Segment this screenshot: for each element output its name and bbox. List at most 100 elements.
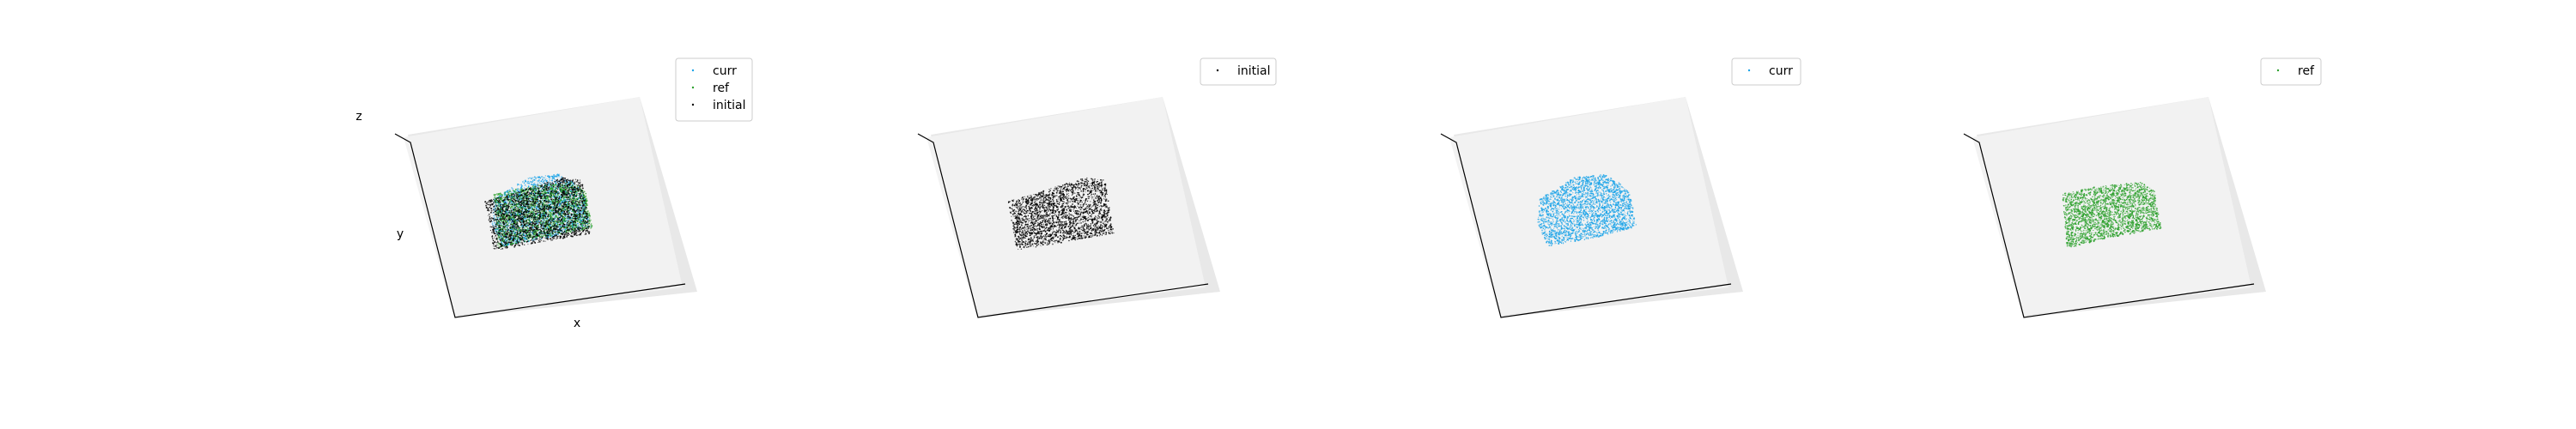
scatter-point (580, 226, 582, 227)
scatter-point (509, 211, 511, 213)
scatter-point (547, 201, 549, 202)
scatter-point (517, 188, 519, 190)
scatter-point (548, 203, 550, 205)
scatter-point (501, 220, 503, 221)
scatter-point (538, 185, 539, 188)
scatter-point (503, 245, 505, 247)
scatter-point (559, 237, 562, 239)
scatter-point (565, 217, 567, 220)
scatter-point (502, 220, 505, 222)
scatter-point (523, 180, 525, 182)
scatter-point (533, 238, 535, 239)
scatter-point (550, 175, 552, 178)
scatter-point (558, 174, 560, 177)
scatter-point (576, 212, 578, 214)
scatter-point (524, 184, 526, 186)
scatter-point (506, 240, 507, 242)
scatter-point (585, 198, 586, 200)
scatter-point (513, 221, 515, 223)
scatter-point (492, 223, 494, 225)
scatter-point (531, 218, 532, 221)
scatter-point (526, 185, 527, 187)
scatter-point (497, 200, 499, 202)
scatter-point (542, 234, 544, 236)
scatter-point (499, 202, 501, 203)
scatter-point (532, 227, 534, 229)
scatter-point (516, 208, 517, 209)
scatter-point (492, 239, 495, 242)
scatter-point (532, 196, 534, 197)
scatter-point (568, 183, 571, 185)
scatter-point (501, 194, 503, 196)
scatter-point (551, 180, 553, 182)
scatter-point (527, 196, 530, 198)
scatter-point (534, 187, 537, 190)
scatter-point (579, 219, 581, 221)
scatter-point (586, 225, 587, 227)
scatter-point (526, 220, 527, 222)
scatter-point (550, 211, 552, 214)
scatter-point (511, 225, 513, 227)
scatter-point (543, 196, 544, 198)
scatter-point (515, 242, 517, 244)
scatter-point (547, 175, 549, 178)
scatter-point (513, 210, 514, 212)
scatter-point (525, 179, 526, 181)
scatter-point (542, 178, 544, 181)
scatter-point (505, 245, 507, 247)
scatter-point (568, 212, 569, 214)
scatter-point (550, 201, 551, 203)
scatter-point (551, 225, 553, 227)
scatter-point (586, 200, 587, 202)
scatter-point (581, 222, 583, 224)
scatter-point (512, 210, 513, 212)
scatter-point (545, 215, 547, 216)
scatter-point (529, 236, 532, 239)
scatter-point (532, 225, 534, 227)
scatter-point (569, 202, 571, 204)
scatter-point (586, 210, 589, 212)
scatter-point (563, 199, 565, 201)
scatter-point (534, 184, 536, 186)
scatter-point (519, 227, 521, 229)
scatter-point (523, 210, 525, 212)
scatter-point (544, 237, 546, 239)
scatter-point (557, 231, 559, 233)
scatter-point (544, 204, 546, 207)
scatter-point (580, 208, 583, 210)
scatter-point (580, 214, 583, 216)
scatter-point (537, 176, 539, 178)
scatter-point (511, 187, 513, 189)
scatter-point (504, 194, 506, 196)
scatter-point (533, 179, 536, 181)
scatter-point (494, 241, 495, 244)
scatter-point (554, 220, 556, 222)
scatter-point (518, 217, 520, 220)
scatter-point (505, 206, 507, 208)
scatter-point (550, 214, 552, 217)
scatter-point (512, 190, 514, 191)
scatter-point (585, 209, 586, 211)
scatter-point (501, 204, 502, 206)
scatter-point (564, 228, 566, 230)
scatter-point (539, 228, 541, 231)
scatter-point (537, 183, 538, 184)
scatter-point (541, 176, 543, 178)
scatter-point (503, 195, 505, 196)
scatter-point (584, 217, 586, 220)
scatter-point (533, 176, 536, 178)
scatter-point (493, 198, 495, 201)
scatter-point (514, 225, 516, 227)
scatter-point (511, 206, 513, 208)
scatter-point (572, 207, 574, 208)
scatter-point (517, 184, 519, 186)
scatter-point (585, 202, 586, 204)
scatter-point (548, 177, 550, 178)
scatter-point (511, 214, 513, 216)
scatter-point (529, 212, 531, 214)
scatter-point (509, 199, 512, 202)
scatter-point (538, 202, 541, 205)
scatter-point (543, 219, 545, 221)
scatter-point (535, 205, 538, 208)
scatter-point (564, 199, 566, 202)
